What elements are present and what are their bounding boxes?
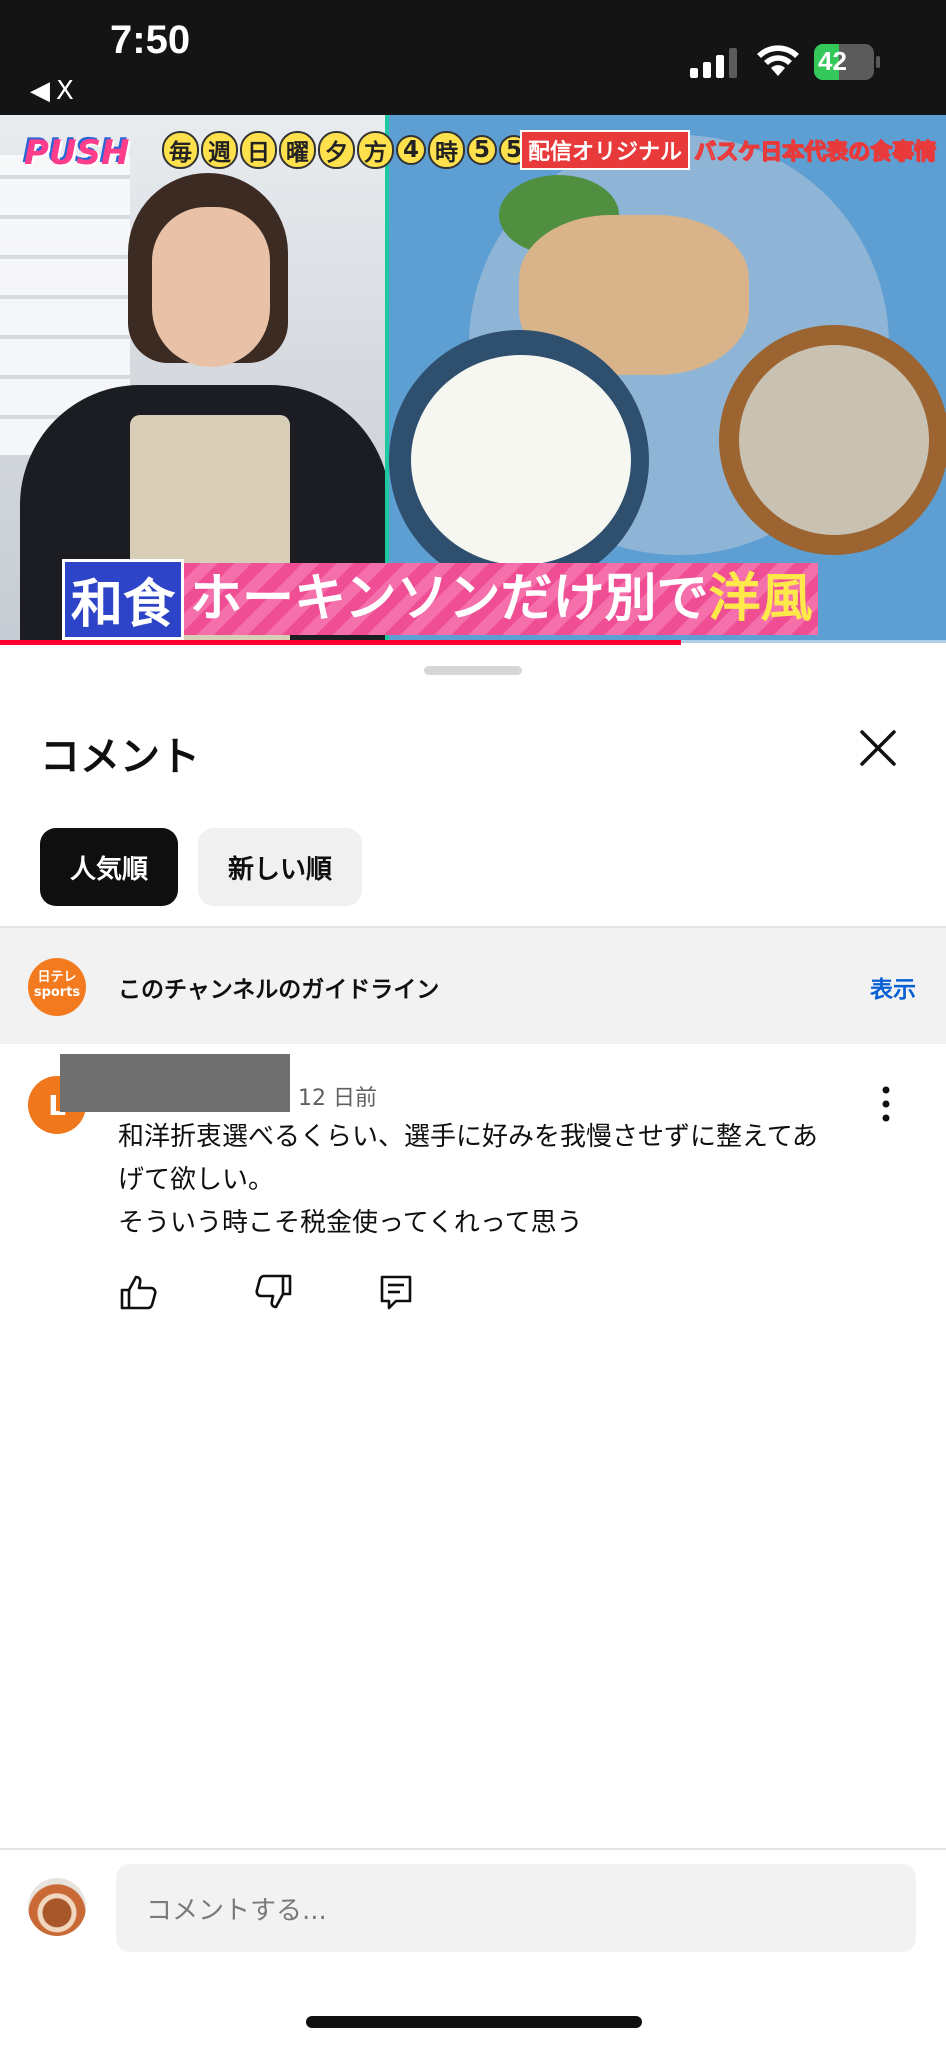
video-player[interactable]: PUSH 毎週日曜夕方4時55分 配信オリジナル バスケ日本代表の食事情 和食 … [0,115,946,643]
guideline-text: このチャンネルのガイドライン [118,977,440,1003]
schedule-char: 5 [467,135,498,165]
reply-icon[interactable] [376,1272,416,1312]
channel-avatar: 日テレ sports [28,958,86,1016]
schedule-char: 週 [201,131,238,169]
schedule-char: 毎 [162,131,199,169]
topic-text: バスケ日本代表の食事情 [694,140,937,166]
app-root: 7:50 ◀ X 42 PUSH 毎 週 日 曜 夕 方 4 時 5 5 配信オ… [0,0,946,2048]
schedule-char: 夕 [318,131,355,169]
divider [0,1848,946,1850]
close-icon[interactable] [856,726,900,770]
channel-guideline-row[interactable]: 日テレ sports このチャンネルのガイドライン 表示 [0,928,946,1044]
video-progress-bar[interactable] [0,640,946,645]
schedule-char: 曜 [279,131,316,169]
home-indicator[interactable] [306,2016,642,2028]
schedule-char: 日 [240,131,277,169]
schedule-banner: 毎週日曜夕方4時55分 [156,131,576,169]
tab-popular[interactable]: 人気順 [40,828,179,906]
cellular-signal-icon [690,48,737,78]
dislike-icon[interactable] [254,1272,294,1312]
comment-actions [118,1272,416,1312]
comment-line: 和洋折衷選べるくらい、選手に好みを我慢させずに整えてあ [118,1122,818,1152]
back-app-label: X [56,76,74,106]
like-icon[interactable] [118,1272,158,1312]
sort-tabs: 人気順 新しい順 [40,828,363,906]
video-caption: 和食 ホーキンソンだけ別で洋風 [62,558,819,640]
show-logo: PUSH [24,133,130,173]
wifi-icon [757,45,799,76]
comment-item: L 12 日前 和洋折衷選べるくらい、選手に好みを我慢させずに整えてあ げて欲し… [0,1046,946,1346]
schedule-char: 4 [396,135,427,165]
comments-sheet: コメント 人気順 新しい順 日テレ sports このチャンネルのガイドライン … [0,646,946,2048]
status-bar: 7:50 ◀ X 42 [0,0,946,115]
battery-icon: 42 [814,44,880,80]
tab-newest[interactable]: 新しい順 [198,828,363,906]
status-time: 7:50 [110,18,191,62]
back-to-app[interactable]: ◀ X [30,76,74,106]
sheet-drag-handle[interactable] [424,666,522,675]
sheet-title: コメント [40,734,200,780]
schedule-char: 方 [357,131,394,169]
caption-suffix: 洋風 [708,569,813,629]
comment-input[interactable]: コメントする... [116,1864,916,1952]
user-avatar[interactable] [28,1878,86,1936]
schedule-char: 時 [428,131,466,169]
back-triangle-icon: ◀ [30,76,50,106]
comment-line: げて欲しい。 [118,1165,275,1195]
topic-tag: 配信オリジナル [520,130,691,170]
video-progress-fill [0,640,682,645]
caption-middle: ホーキンソンだけ別で [190,569,709,629]
guideline-show-button[interactable]: 表示 [870,970,916,1004]
comment-timestamp: 12 日前 [298,1086,377,1111]
topic-banner: 配信オリジナル バスケ日本代表の食事情 [520,130,940,170]
redacted-username [60,1054,290,1112]
caption-prefix: 和食 [62,558,185,640]
battery-level: 42 [818,46,847,76]
comment-text: 和洋折衷選べるくらい、選手に好みを我慢させずに整えてあ げて欲しい。 そういう時… [118,1116,878,1245]
comment-line: そういう時こそ税金使ってくれって思う [118,1208,583,1238]
